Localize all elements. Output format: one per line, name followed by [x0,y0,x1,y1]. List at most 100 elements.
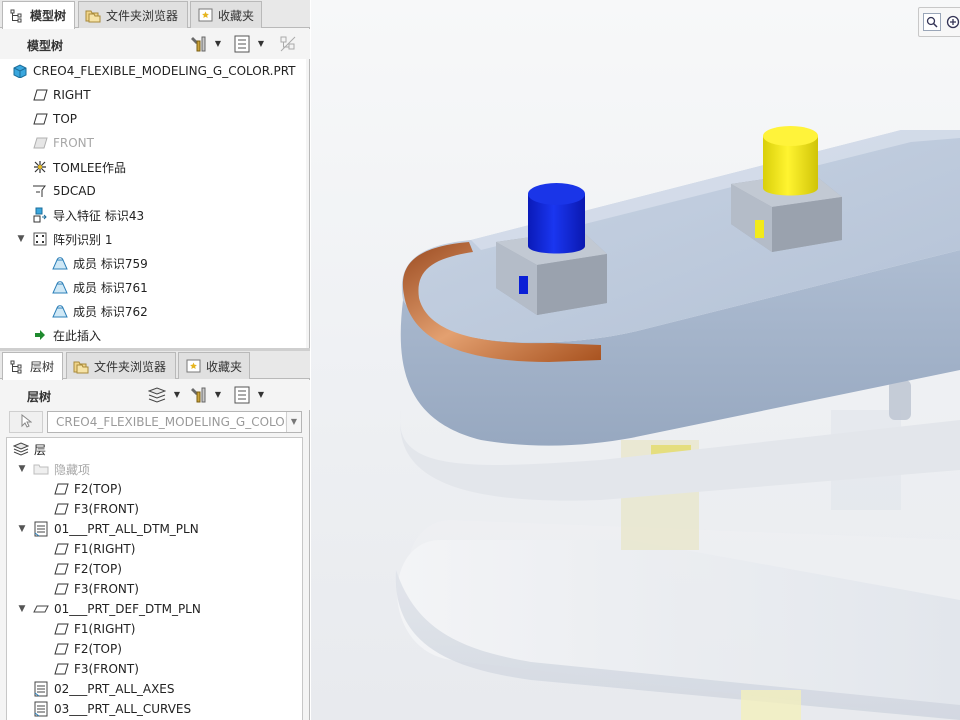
tree-item-top[interactable]: TOP [32,109,77,129]
datum-plane-icon [53,621,69,637]
tab-favorites-label: 收藏夹 [206,359,243,374]
view-toolbar [918,7,960,37]
tree-item-label: RIGHT [53,88,91,102]
tree-item-part[interactable]: CREO4_FLEXIBLE_MODELING_G_COLOR.PRT [12,61,296,81]
datum-plane-icon [53,501,69,517]
blue-pin-block [496,183,607,315]
layer-item-hidden[interactable]: 隐藏项 [33,459,90,479]
tree-item-label: F3(FRONT) [74,582,139,596]
tab-layer-tree-label: 层树 [30,360,55,374]
model-tree-icon [9,8,25,24]
tree-item-member[interactable]: 成员 标识761 [52,277,148,297]
datum-plane-icon [53,561,69,577]
datum-plane-icon [32,87,48,103]
layer-item[interactable]: F3(FRONT) [53,659,139,679]
tree-item-label: 成员 标识762 [73,304,148,319]
layer-item-curves[interactable]: 03___PRT_ALL_CURVES [33,699,191,719]
layer-item[interactable]: F2(TOP) [53,559,122,579]
layer-item[interactable]: F3(FRONT) [53,579,139,599]
tree-item-insert-here[interactable]: 在此插入 [32,325,101,345]
show-filter-list-icon[interactable] [231,385,253,405]
tools-dropdown-arrow-icon[interactable]: ▼ [213,387,223,401]
tree-item-member[interactable]: 成员 标识759 [52,253,148,273]
show-dropdown-arrow-icon[interactable]: ▼ [256,36,266,50]
layer-item[interactable]: F3(FRONT) [53,499,139,519]
bottom-tab-bar: 层树 文件夹浏览器 收藏夹 [0,351,310,380]
tab-folder-browser[interactable]: 文件夹浏览器 [78,1,188,28]
layer-item-dtm-pln[interactable]: 01___PRT_ALL_DTM_PLN [33,519,199,539]
active-model-value: CREO4_FLEXIBLE_MODELING_G_COLOR.PRT [56,415,302,429]
expand-arrow-icon[interactable]: ▼ [16,234,26,244]
tree-item-label: F2(TOP) [74,562,122,576]
tab-model-tree[interactable]: 模型树 [2,1,75,29]
chevron-down-icon[interactable]: ▼ [286,412,301,432]
yellow-pin-block [731,126,842,252]
tree-item-csys[interactable]: TOMLEE作品 [32,157,126,177]
datum-plane-icon [32,111,48,127]
tree-item-label: F3(FRONT) [74,662,139,676]
tree-item-right[interactable]: RIGHT [32,85,91,105]
favorites-icon [185,358,201,374]
tree-item-label: F2(TOP) [74,642,122,656]
layer-item-axes[interactable]: 02___PRT_ALL_AXES [33,679,175,699]
layer-item[interactable]: F2(TOP) [53,639,122,659]
tree-item-label: F2(TOP) [74,482,122,496]
tree-item-label: 成员 标识761 [73,280,148,295]
member-icon [52,303,68,319]
show-dropdown-arrow-icon[interactable]: ▼ [256,387,266,401]
tree-item-label: 导入特征 标识43 [53,208,145,223]
layers-dropdown-arrow-icon[interactable]: ▼ [172,387,182,401]
tab-favorites[interactable]: 收藏夹 [190,1,262,28]
top-tab-bar: 模型树 文件夹浏览器 收藏夹 [0,0,310,29]
layer-tree-icon [9,359,25,375]
datum-plane-icon [53,641,69,657]
tree-item-pattern[interactable]: 阵列识别 1 [32,229,112,249]
tab-layer-tree[interactable]: 层树 [2,352,63,380]
tree-item-label: F1(RIGHT) [74,622,136,636]
layers-toolbar-icon[interactable] [146,385,168,405]
layer-settings-tools-icon[interactable] [188,385,210,405]
datum-plane-hidden-icon [32,135,48,151]
tree-item-label: CREO4_FLEXIBLE_MODELING_G_COLOR.PRT [33,64,296,78]
tree-item-label: TOP [53,112,78,126]
tree-item-label: 层 [34,442,47,457]
tab-folder-browser-label: 文件夹浏览器 [106,8,179,23]
graphics-viewport[interactable] [311,0,960,720]
folder-browser-icon [73,358,89,374]
datum-plane-icon [53,581,69,597]
zoom-in-icon[interactable] [944,13,960,31]
layer-item[interactable]: F2(TOP) [53,479,122,499]
tree-item-import-feature[interactable]: 导入特征 标识43 [32,205,144,225]
refit-icon[interactable] [923,13,941,31]
layer-item[interactable]: F1(RIGHT) [53,619,135,639]
coordinate-system-icon [32,159,48,175]
layer-item-def-dtm-pln[interactable]: 01___PRT_DEF_DTM_PLN [33,599,201,619]
tree-item-label: 01___PRT_ALL_DTM_PLN [54,522,199,536]
member-icon [52,279,68,295]
layer-item-root[interactable]: 层 [13,439,46,459]
tree-item-label: 阵列识别 1 [53,232,113,247]
tree-item-member[interactable]: 成员 标识762 [52,301,148,321]
expand-arrow-icon[interactable]: ▼ [17,464,27,474]
select-model-button[interactable] [9,411,43,433]
model-tree-header: 模型树 ▼ ▼ [0,29,310,59]
tree-item-label: F3(FRONT) [74,502,139,516]
show-filter-list-icon[interactable] [231,34,253,54]
tree-columns-icon[interactable] [277,34,299,54]
insert-here-icon [32,327,48,343]
layer-tree-header: 层树 ▼ ▼ ▼ [0,380,310,410]
layer-item[interactable]: F1(RIGHT) [53,539,135,559]
layer-doc-icon [33,701,49,717]
tab-favorites-2[interactable]: 收藏夹 [178,352,250,379]
tab-folder-browser-2[interactable]: 文件夹浏览器 [66,352,176,379]
layer-doc-icon [33,681,49,697]
tree-item-label: 01___PRT_DEF_DTM_PLN [54,602,201,616]
active-model-combo[interactable]: CREO4_FLEXIBLE_MODELING_G_COLOR.PRT ▼ [47,411,302,433]
expand-arrow-icon[interactable]: ▼ [17,524,27,534]
model-tree: CREO4_FLEXIBLE_MODELING_G_COLOR.PRT RIGH… [0,59,306,348]
tools-dropdown-arrow-icon[interactable]: ▼ [213,36,223,50]
expand-arrow-icon[interactable]: ▼ [17,604,27,614]
tree-item-front[interactable]: FRONT [32,133,94,153]
tree-settings-tools-icon[interactable] [188,34,210,54]
tree-item-annotation[interactable]: 5DCAD [32,181,96,201]
